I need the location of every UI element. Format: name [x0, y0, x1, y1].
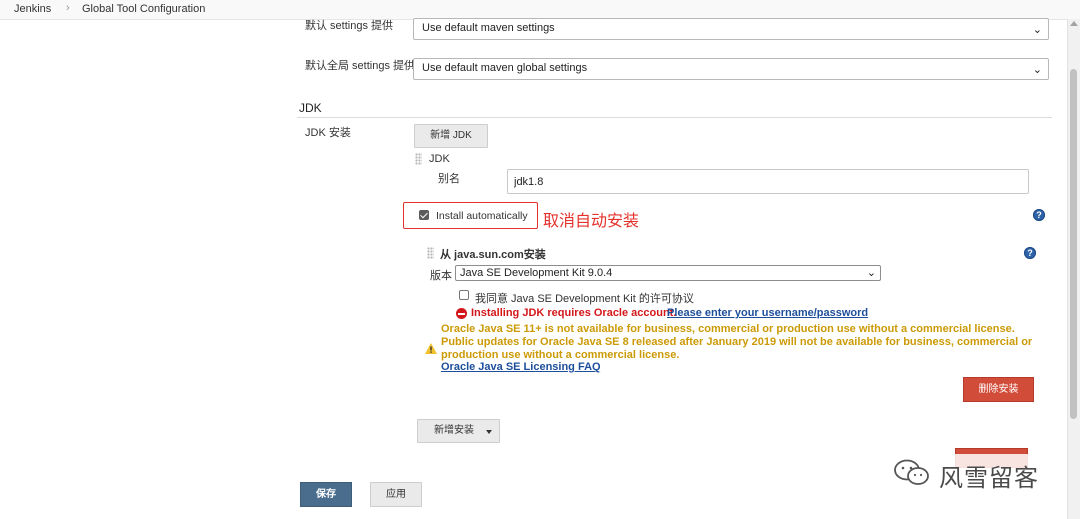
maven-global-settings-value: Use default maven global settings	[422, 62, 588, 74]
warning-line: Public updates for Oracle Java SE 8 rele…	[441, 336, 1033, 348]
breadcrumb: Jenkins › Global Tool Configuration	[0, 0, 1080, 20]
chevron-down-icon: ⌄	[1032, 24, 1042, 36]
licensing-faq-link[interactable]: Oracle Java SE Licensing FAQ	[441, 361, 601, 373]
help-icon[interactable]: ?	[1033, 209, 1045, 221]
wechat-icon	[893, 458, 931, 491]
version-label: 版本	[430, 270, 452, 282]
jdk-section-title: JDK	[299, 101, 322, 115]
warning-line: production use without a commercial lice…	[441, 349, 680, 361]
help-icon[interactable]: ?	[1024, 247, 1036, 259]
breadcrumb-jenkins[interactable]: Jenkins	[14, 3, 51, 15]
install-automatically-checkbox[interactable]	[419, 210, 429, 220]
installer-title: 从 java.sun.com安装	[440, 249, 546, 261]
maven-global-settings-label: 默认全局 settings 提供	[305, 60, 416, 72]
add-jdk-button[interactable]: 新增 JDK	[414, 124, 488, 148]
annotation-text: 取消自动安装	[543, 213, 640, 230]
enter-credentials-link[interactable]: Please enter your username/password	[667, 307, 868, 319]
save-button[interactable]: 保存	[300, 482, 352, 507]
scroll-up-icon[interactable]	[1070, 21, 1078, 26]
watermark: 风雪留客	[893, 454, 1063, 492]
jdk-item-title: JDK	[429, 153, 450, 165]
breadcrumb-separator: ›	[66, 2, 70, 14]
page-scrollbar[interactable]	[1067, 19, 1080, 519]
drag-handle-icon[interactable]	[415, 153, 422, 165]
license-agree-checkbox[interactable]	[459, 290, 469, 300]
alias-input[interactable]	[507, 169, 1029, 194]
add-installer-button[interactable]: 新增安装	[417, 419, 500, 443]
error-text: Installing JDK requires Oracle account.	[471, 307, 677, 319]
license-agree-label: 我同意 Java SE Development Kit 的许可协议	[475, 293, 694, 305]
warning-line: Oracle Java SE 11+ is not available for …	[441, 323, 1015, 335]
maven-global-settings-select[interactable]: Use default maven global settings ⌄	[413, 58, 1049, 80]
watermark-text: 风雪留客	[939, 465, 1039, 492]
error-icon	[456, 308, 467, 319]
chevron-down-icon: ⌄	[866, 267, 876, 279]
install-automatically-label: Install automatically	[436, 210, 528, 222]
scrollbar-thumb[interactable]	[1070, 69, 1077, 419]
jdk-install-label: JDK 安装	[305, 127, 351, 139]
maven-settings-select[interactable]: Use default maven settings ⌄	[413, 18, 1049, 40]
maven-settings-label: 默认 settings 提供	[305, 20, 394, 32]
maven-settings-value: Use default maven settings	[422, 22, 555, 34]
breadcrumb-global-tool-configuration[interactable]: Global Tool Configuration	[82, 3, 205, 15]
version-select[interactable]: Java SE Development Kit 9.0.4 ⌄	[455, 265, 881, 281]
drag-handle-icon[interactable]	[427, 247, 434, 259]
section-divider	[297, 117, 1052, 118]
apply-button[interactable]: 应用	[370, 482, 422, 507]
add-installer-label: 新增安装	[434, 425, 474, 436]
version-value: Java SE Development Kit 9.0.4	[460, 267, 613, 279]
dropdown-arrow-icon	[486, 430, 492, 434]
alias-label: 别名	[438, 173, 460, 185]
chevron-down-icon: ⌄	[1032, 64, 1042, 76]
warning-icon	[425, 343, 437, 357]
delete-installer-button[interactable]: 删除安装	[963, 377, 1034, 402]
